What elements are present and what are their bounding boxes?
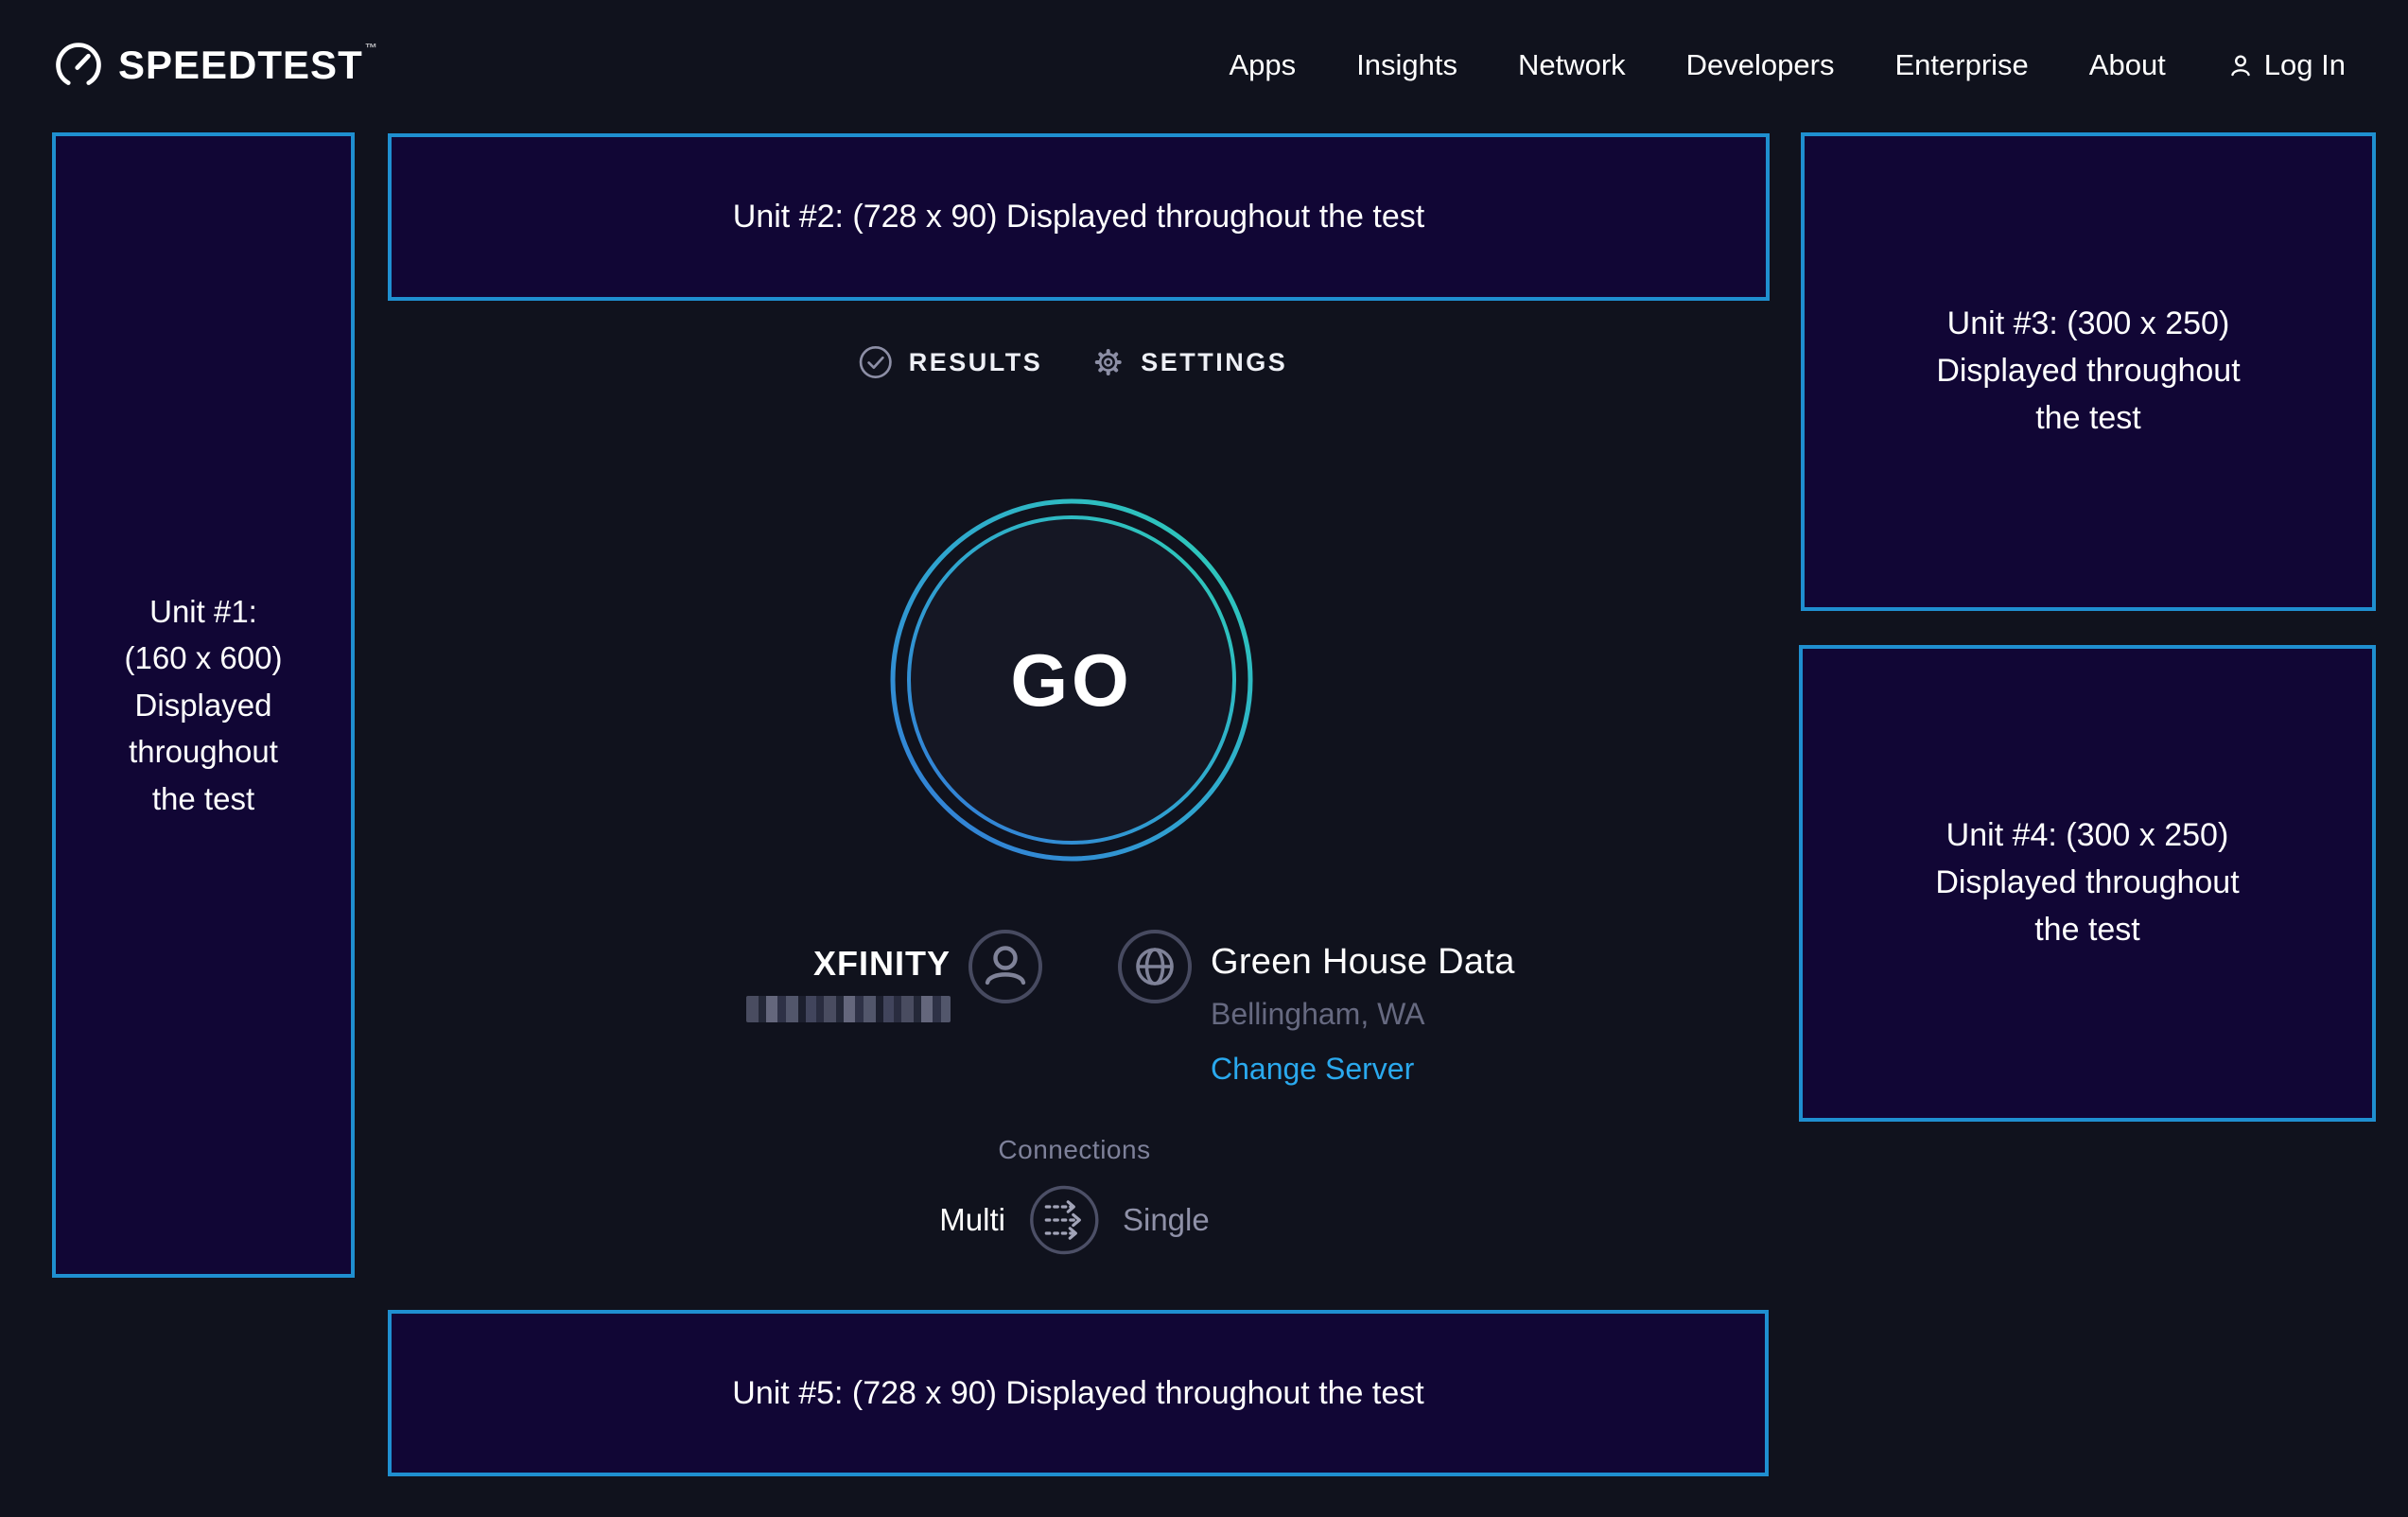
server-location: Bellingham, WA xyxy=(1211,997,1424,1032)
ad-unit-3-rectangle[interactable]: Unit #3: (300 x 250) Displayed throughou… xyxy=(1801,132,2376,611)
ad-unit-5-leaderboard[interactable]: Unit #5: (728 x 90) Displayed throughout… xyxy=(388,1310,1769,1476)
server-globe-icon xyxy=(1117,929,1193,1004)
isp-info: XFINITY xyxy=(761,944,951,1022)
nav-item-network[interactable]: Network xyxy=(1518,48,1626,82)
connections-single-option[interactable]: Single xyxy=(1123,1202,1210,1238)
isp-name: XFINITY xyxy=(813,944,951,984)
tabs-row: RESULTS SETTINGS xyxy=(858,344,1288,380)
nav-item-about[interactable]: About xyxy=(2089,48,2166,82)
nav-item-developers[interactable]: Developers xyxy=(1686,48,1835,82)
user-icon xyxy=(2226,51,2255,79)
tab-settings[interactable]: SETTINGS xyxy=(1090,344,1287,380)
trademark-mark: ™ xyxy=(365,41,378,86)
censored-ip-address xyxy=(746,996,951,1022)
go-button[interactable]: GO xyxy=(886,495,1257,865)
results-label: RESULTS xyxy=(909,348,1043,377)
tab-results[interactable]: RESULTS xyxy=(858,344,1043,380)
connections-multi-option[interactable]: Multi xyxy=(939,1202,1005,1238)
top-navigation-bar: SPEEDTEST™ Apps Insights Network Develop… xyxy=(0,0,2408,131)
change-server-link[interactable]: Change Server xyxy=(1211,1052,1414,1087)
ad-unit-2-leaderboard[interactable]: Unit #2: (728 x 90) Displayed throughout… xyxy=(388,133,1770,301)
login-button[interactable]: Log In xyxy=(2226,48,2346,82)
nav-item-apps[interactable]: Apps xyxy=(1229,48,1296,82)
server-name: Green House Data xyxy=(1211,942,1515,983)
gear-icon xyxy=(1090,344,1125,380)
isp-avatar-icon xyxy=(968,929,1043,1004)
login-label: Log In xyxy=(2264,48,2346,82)
ad-unit-4-rectangle[interactable]: Unit #4: (300 x 250) Displayed throughou… xyxy=(1799,645,2376,1122)
ad-unit-1-skyscraper[interactable]: Unit #1: (160 x 600) Displayed throughou… xyxy=(52,132,355,1278)
server-info: Green House Data Bellingham, WA Change S… xyxy=(1211,929,1515,1087)
speedtest-gauge-icon xyxy=(54,41,103,90)
check-circle-icon xyxy=(858,344,894,380)
connections-toggle-row: Multi Single xyxy=(939,1184,1209,1256)
connections-toggle-icon[interactable] xyxy=(1028,1184,1100,1256)
nav-item-enterprise[interactable]: Enterprise xyxy=(1894,48,2028,82)
connections-section: Connections Multi Single xyxy=(939,1135,1209,1256)
settings-label: SETTINGS xyxy=(1141,348,1287,377)
connections-label: Connections xyxy=(998,1135,1150,1165)
host-server-row: XFINITY Green House Data Bellingham, WA … xyxy=(761,929,1515,1087)
main-nav: Apps Insights Network Developers Enterpr… xyxy=(1229,48,2346,82)
nav-item-insights[interactable]: Insights xyxy=(1356,48,1457,82)
go-label: GO xyxy=(886,495,1257,865)
speedtest-logo[interactable]: SPEEDTEST™ xyxy=(54,41,378,90)
logo-wordmark: SPEEDTEST™ xyxy=(118,43,378,88)
